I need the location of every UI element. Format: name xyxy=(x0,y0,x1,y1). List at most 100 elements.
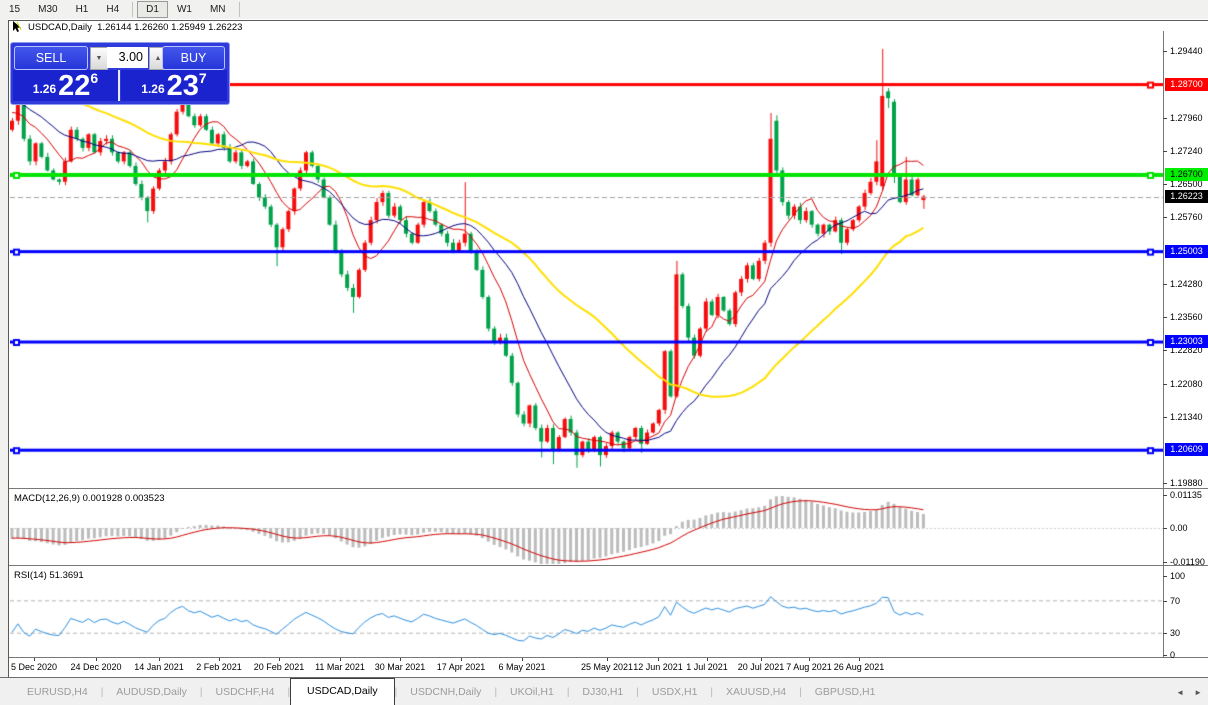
timeframe-button-h4[interactable]: H4 xyxy=(97,1,128,18)
sell-price-pip: 6 xyxy=(90,70,98,86)
price-level-badge: 1.26700 xyxy=(1165,168,1208,181)
axis-tick xyxy=(1163,284,1167,285)
one-click-trade-panel: SELL ▼ 3.00 ▲ BUY 1.26 22 6 1.26 23 7 xyxy=(10,42,230,105)
macd-chart-canvas[interactable] xyxy=(10,489,1163,565)
window-left-border xyxy=(8,20,9,705)
axis-tick xyxy=(1163,217,1167,218)
date-label: 26 Aug 2021 xyxy=(834,662,885,672)
axis-tick xyxy=(1163,118,1167,119)
price-level-badge: 1.28700 xyxy=(1165,78,1208,91)
tab-dj30[interactable]: DJ30,H1 xyxy=(569,681,636,705)
sell-price-big: 22 xyxy=(58,73,90,99)
price-tick-label: 1.27960 xyxy=(1170,113,1203,124)
price-tick-label: 1.24280 xyxy=(1170,279,1203,290)
axis-tick xyxy=(1163,184,1167,185)
date-tick xyxy=(859,658,860,661)
date-tick xyxy=(219,658,220,661)
tab-scroll-arrows: ◄ ► xyxy=(1176,688,1202,697)
date-label: 12 Jun 2021 xyxy=(633,662,683,672)
date-label: 11 Mar 2021 xyxy=(315,662,365,672)
date-label: 5 Dec 2020 xyxy=(11,662,57,672)
sell-price-display[interactable]: 1.26 22 6 xyxy=(13,70,118,101)
price-axis-border xyxy=(1163,31,1164,658)
price-tick-label: 1.27240 xyxy=(1170,146,1203,157)
axis-tick xyxy=(1163,495,1167,496)
tab-usdx[interactable]: USDX,H1 xyxy=(639,681,711,705)
axis-tick xyxy=(1163,350,1167,351)
date-label: 1 Jul 2021 xyxy=(686,662,728,672)
price-tick-label: 1.25760 xyxy=(1170,212,1203,223)
date-label: 7 Aug 2021 xyxy=(786,662,832,672)
date-tick xyxy=(159,658,160,661)
tab-xauusd[interactable]: XAUUSD,H4 xyxy=(713,681,799,705)
timeframe-button-m30[interactable]: M30 xyxy=(29,1,66,18)
tab-eurusd[interactable]: EURUSD,H4 xyxy=(14,681,101,705)
timeframe-button-d1[interactable]: D1 xyxy=(137,1,168,18)
axis-tick xyxy=(1163,384,1167,385)
axis-tick xyxy=(1163,528,1167,529)
rsi-chart-canvas[interactable] xyxy=(10,566,1163,657)
date-label: 24 Dec 2020 xyxy=(70,662,121,672)
volume-input[interactable]: 3.00 xyxy=(107,47,148,68)
toolbar-separator xyxy=(132,2,133,17)
axis-tick xyxy=(1163,51,1167,52)
date-tick xyxy=(607,658,608,661)
price-tick-label: 1.29440 xyxy=(1170,46,1203,57)
date-tick xyxy=(96,658,97,661)
timeframe-toolbar: 15M30H1H4 D1W1MN xyxy=(0,0,1208,19)
axis-tick xyxy=(1163,562,1167,563)
timeframe-button-15[interactable]: 15 xyxy=(0,1,29,18)
axis-tick xyxy=(1163,483,1167,484)
price-tick-label: 1.22080 xyxy=(1170,379,1203,390)
price-level-badge: 1.20609 xyxy=(1165,443,1208,456)
date-tick xyxy=(34,658,35,661)
tab-usdcad[interactable]: USDCAD,Daily xyxy=(290,678,395,705)
rsi-tick-label: 70 xyxy=(1170,596,1180,607)
axis-tick xyxy=(1163,317,1167,318)
tab-ukoil[interactable]: UKOil,H1 xyxy=(497,681,567,705)
buy-price-big: 23 xyxy=(167,73,199,99)
price-tick-label: 1.23560 xyxy=(1170,312,1203,323)
timeframe-button-h1[interactable]: H1 xyxy=(67,1,98,18)
macd-tick-label: 0.00 xyxy=(1170,523,1188,534)
rsi-tick-label: 100 xyxy=(1170,571,1185,582)
sell-price-prefix: 1.26 xyxy=(33,82,56,96)
rsi-label: RSI(14) 51.3691 xyxy=(14,570,84,581)
rsi-tick-label: 30 xyxy=(1170,628,1180,639)
date-tick xyxy=(707,658,708,661)
date-tick xyxy=(461,658,462,661)
axis-tick xyxy=(1163,601,1167,602)
volume-decrease-button[interactable]: ▼ xyxy=(90,47,108,70)
price-level-badge: 1.26223 xyxy=(1165,190,1208,203)
price-divider xyxy=(118,70,120,101)
date-label: 30 Mar 2021 xyxy=(375,662,426,672)
buy-button[interactable]: BUY xyxy=(162,46,225,70)
chart-tab-bar: EURUSD,H4|AUDUSD,Daily|USDCHF,H4|USDCAD,… xyxy=(0,678,1208,705)
axis-tick xyxy=(1163,576,1167,577)
macd-tick-label: -0.01190 xyxy=(1170,557,1205,568)
tab-gbpusd[interactable]: GBPUSD,H1 xyxy=(802,681,889,705)
sell-button[interactable]: SELL xyxy=(14,46,88,70)
tab-scroll-right-icon[interactable]: ► xyxy=(1194,688,1202,697)
tab-scroll-left-icon[interactable]: ◄ xyxy=(1176,688,1184,697)
date-label: 2 Feb 2021 xyxy=(196,662,242,672)
date-label: 17 Apr 2021 xyxy=(437,662,486,672)
timeframe-button-mn[interactable]: MN xyxy=(201,1,235,18)
tab-usdcnh[interactable]: USDCNH,Daily xyxy=(397,681,494,705)
timeframe-button-w1[interactable]: W1 xyxy=(168,1,201,18)
tab-audusd[interactable]: AUDUSD,Daily xyxy=(103,681,200,705)
tab-usdchf[interactable]: USDCHF,H4 xyxy=(203,681,288,705)
price-level-badge: 1.25003 xyxy=(1165,245,1208,258)
date-label: 25 May 2021 xyxy=(581,662,633,672)
date-tick xyxy=(522,658,523,661)
axis-tick xyxy=(1163,417,1167,418)
date-tick xyxy=(761,658,762,661)
date-tick xyxy=(340,658,341,661)
macd-tick-label: 0.01135 xyxy=(1170,490,1202,501)
buy-price-display[interactable]: 1.26 23 7 xyxy=(121,70,227,101)
price-tick-label: 1.21340 xyxy=(1170,412,1203,423)
buy-price-prefix: 1.26 xyxy=(141,82,164,96)
macd-label: MACD(12,26,9) 0.001928 0.003523 xyxy=(14,493,165,504)
axis-tick xyxy=(1163,151,1167,152)
date-axis[interactable]: 5 Dec 202024 Dec 202014 Jan 20212 Feb 20… xyxy=(9,658,1208,677)
